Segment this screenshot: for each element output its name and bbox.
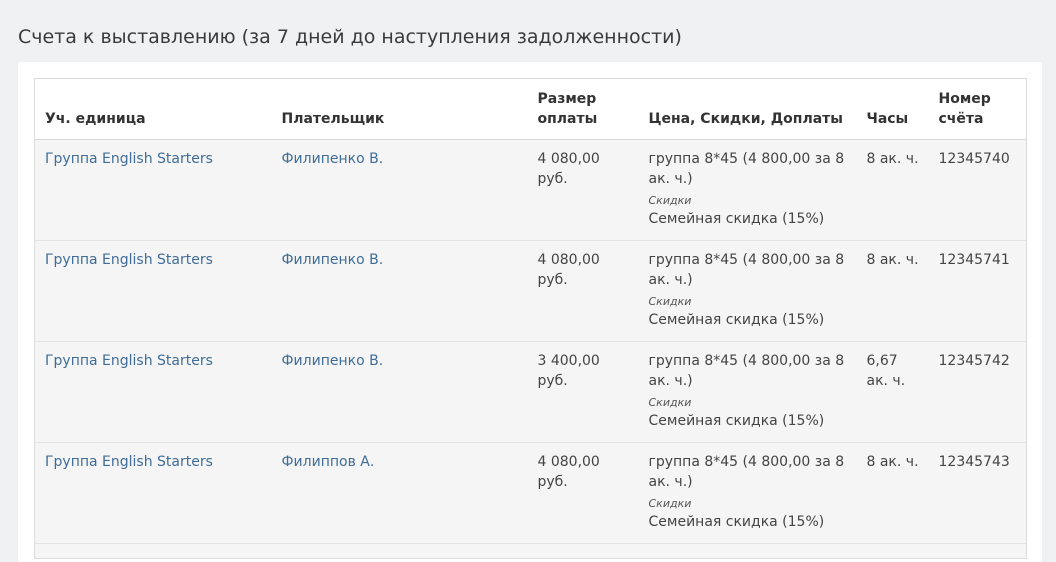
cell-payer: Филипенко В. (271, 139, 528, 241)
column-header-payer: Плательщик (271, 78, 528, 140)
cell-payer: Филиппов А. (271, 442, 528, 544)
discount-value: Семейная скидка (15%) (648, 211, 825, 227)
discount-value: Семейная скидка (15%) (648, 514, 825, 530)
unit-link[interactable]: Группа English Starters (45, 454, 213, 470)
table-row: Группа English Starters Филипенко В. 4 0… (34, 139, 1027, 241)
cell-amount: 3 400,00 руб. (527, 341, 639, 443)
discount-caption: Скидки (648, 295, 692, 308)
invoices-table: Уч. единица Плательщик Размер оплаты Цен… (34, 78, 1027, 559)
invoices-panel: Уч. единица Плательщик Размер оплаты Цен… (18, 62, 1042, 562)
cell-hours: 8 ак. ч. (856, 442, 929, 544)
cell-unit: Группа English Starters (34, 341, 272, 443)
column-header-hours: Часы (856, 78, 929, 140)
payer-link[interactable]: Филиппов А. (282, 454, 375, 470)
cell-invoice: 12345740 (928, 139, 1027, 241)
discount-value: Семейная скидка (15%) (648, 413, 825, 429)
cell-amount: 4 080,00 руб. (527, 442, 639, 544)
cell-price: группа 8*45 (4 800,00 за 8 ак. ч.) Скидк… (638, 240, 857, 342)
column-header-unit: Уч. единица (34, 78, 272, 140)
cell-amount: 4 080,00 руб. (527, 139, 639, 241)
price-text: группа 8*45 (4 800,00 за 8 ак. ч.) (648, 151, 845, 187)
cell-invoice: 12345743 (928, 442, 1027, 544)
cell-empty (856, 543, 929, 559)
cell-empty (638, 543, 857, 559)
column-header-amount: Размер оплаты (527, 78, 639, 140)
column-header-invoice: Номер счёта (928, 78, 1027, 140)
payer-link[interactable]: Филипенко В. (282, 252, 384, 268)
cell-hours: 8 ак. ч. (856, 139, 929, 241)
cell-empty (527, 543, 639, 559)
cell-hours: 6,67 ак. ч. (856, 341, 929, 443)
cell-empty (271, 543, 528, 559)
discount-caption: Скидки (648, 497, 692, 510)
cell-payer: Филипенко В. (271, 240, 528, 342)
unit-link[interactable]: Группа English Starters (45, 151, 213, 167)
discount-caption: Скидки (648, 194, 692, 207)
payer-link[interactable]: Филипенко В. (282, 353, 384, 369)
unit-link[interactable]: Группа English Starters (45, 353, 213, 369)
cell-empty (928, 543, 1027, 559)
table-header: Уч. единица Плательщик Размер оплаты Цен… (34, 78, 1027, 140)
unit-link[interactable]: Группа English Starters (45, 252, 213, 268)
table-row: Группа English Starters Филиппов А. 4 08… (34, 442, 1027, 544)
cell-unit: Группа English Starters (34, 442, 272, 544)
payer-link[interactable]: Филипенко В. (282, 151, 384, 167)
cell-price: группа 8*45 (4 800,00 за 8 ак. ч.) Скидк… (638, 341, 857, 443)
cell-unit: Группа English Starters (34, 240, 272, 342)
discount-value: Семейная скидка (15%) (648, 312, 825, 328)
cell-price: группа 8*45 (4 800,00 за 8 ак. ч.) Скидк… (638, 139, 857, 241)
table-row-partial (34, 543, 1027, 559)
cell-invoice: 12345742 (928, 341, 1027, 443)
cell-invoice: 12345741 (928, 240, 1027, 342)
column-header-price: Цена, Скидки, Доплаты (638, 78, 857, 140)
table-body: Группа English Starters Филипенко В. 4 0… (34, 139, 1027, 559)
cell-hours: 8 ак. ч. (856, 240, 929, 342)
cell-payer: Филипенко В. (271, 341, 528, 443)
price-text: группа 8*45 (4 800,00 за 8 ак. ч.) (648, 353, 845, 389)
price-text: группа 8*45 (4 800,00 за 8 ак. ч.) (648, 252, 845, 288)
table-row: Группа English Starters Филипенко В. 4 0… (34, 240, 1027, 342)
header-row: Уч. единица Плательщик Размер оплаты Цен… (34, 78, 1027, 140)
page-title: Счета к выставлению (за 7 дней до наступ… (18, 26, 682, 48)
discount-caption: Скидки (648, 396, 692, 409)
cell-empty (34, 543, 272, 559)
cell-price: группа 8*45 (4 800,00 за 8 ак. ч.) Скидк… (638, 442, 857, 544)
table-row: Группа English Starters Филипенко В. 3 4… (34, 341, 1027, 443)
price-text: группа 8*45 (4 800,00 за 8 ак. ч.) (648, 454, 845, 490)
cell-amount: 4 080,00 руб. (527, 240, 639, 342)
cell-unit: Группа English Starters (34, 139, 272, 241)
